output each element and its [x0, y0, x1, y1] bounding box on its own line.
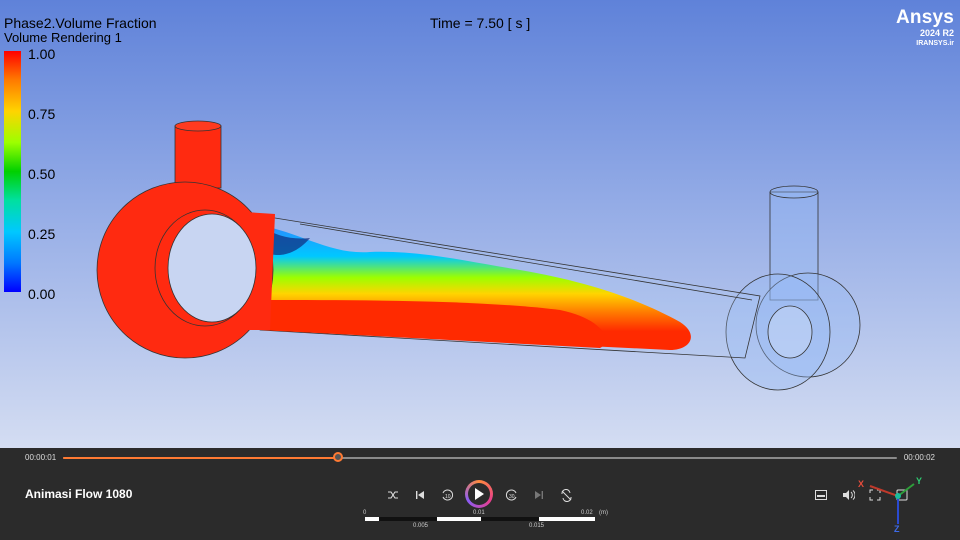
seek-progress [63, 457, 339, 459]
play-button[interactable] [465, 480, 493, 508]
next-icon[interactable] [530, 486, 548, 504]
media-player-bar: 00:00:01 00:00:02 Animasi Flow 1080 10 3… [0, 448, 960, 540]
render-viewport[interactable]: Phase2.Volume Fraction Volume Rendering … [0, 0, 960, 448]
brand-site: IRANSYS.ir [916, 40, 954, 47]
legend-tick-3: 0.50 [28, 166, 56, 182]
shuffle-icon[interactable] [384, 486, 402, 504]
time-label: Time = 7.50 [ s ] [430, 15, 531, 31]
total-time: 00:00:02 [903, 453, 935, 462]
scale-label-0: 0 [363, 510, 367, 516]
play-icon [468, 483, 490, 505]
simulation-scene [96, 120, 861, 391]
outlet-pipe [725, 185, 861, 391]
brand-name: Ansys [895, 7, 954, 28]
scale-bar [365, 517, 595, 521]
legend-tick-2: 0.75 [28, 106, 56, 122]
scale-label-2: 0.02 [581, 510, 593, 516]
current-time: 00:00:01 [25, 453, 57, 462]
legend-title: Phase2.Volume Fraction [4, 15, 157, 31]
seek-bar[interactable] [63, 452, 897, 462]
legend-subtitle: Volume Rendering 1 [4, 30, 122, 45]
scale-unit: (m) [599, 510, 608, 516]
previous-icon[interactable] [411, 486, 429, 504]
scale-label-3: 0.005 [413, 523, 429, 529]
axis-z-label: Z [894, 524, 900, 534]
brand-version: 2024 R2 [919, 28, 954, 38]
axis-x-label: X [858, 479, 865, 489]
volume-icon[interactable] [839, 486, 857, 504]
legend-tick-5: 0.00 [28, 286, 56, 302]
inlet-housing [96, 120, 275, 359]
video-title: Animasi Flow 1080 [25, 487, 133, 501]
brand-logo: Ansys 2024 R2 IRANSYS.ir [896, 8, 954, 48]
rewind-10-icon[interactable]: 10 [438, 486, 456, 504]
repeat-off-icon[interactable] [557, 486, 575, 504]
length-scale: 0 0.01 0.02 (m) 0.005 0.015 [363, 510, 608, 530]
scale-label-4: 0.015 [529, 523, 545, 529]
axis-triad: X Y Z [858, 476, 930, 536]
seek-thumb[interactable] [333, 452, 344, 462]
legend-tick-4: 0.25 [28, 226, 56, 242]
legend-tick-1: 1.00 [28, 46, 56, 62]
scale-label-1: 0.01 [473, 510, 485, 516]
miniplayer-icon[interactable] [812, 486, 830, 504]
axis-y-label: Y [916, 476, 923, 486]
svg-text:30: 30 [509, 494, 515, 500]
forward-30-icon[interactable]: 30 [503, 486, 521, 504]
svg-text:10: 10 [445, 494, 451, 500]
color-scale-bar [4, 51, 21, 292]
